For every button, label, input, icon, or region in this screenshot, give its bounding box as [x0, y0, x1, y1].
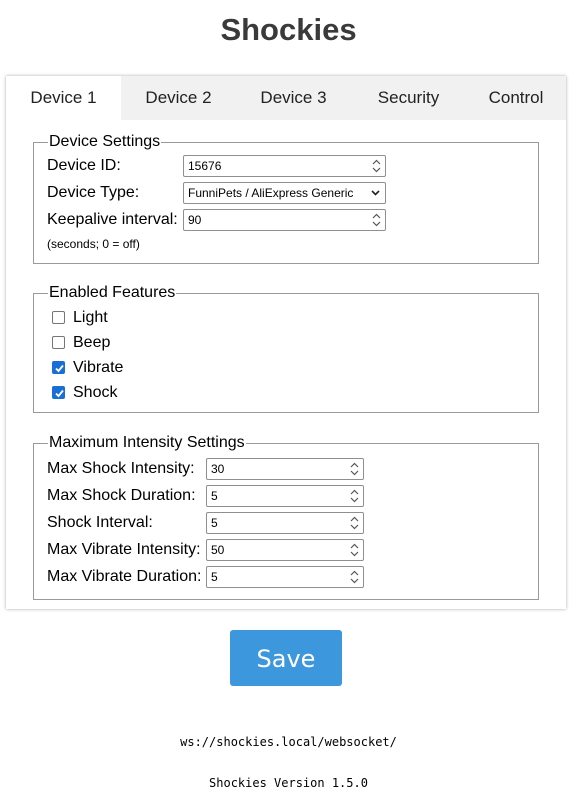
max-vibrate-duration-value: 5 [211, 570, 218, 584]
max-vibrate-duration-label: Max Vibrate Duration: [47, 568, 202, 585]
settings-panel: Device 1 Device 2 Device 3 Security Cont… [6, 76, 566, 609]
tab-control[interactable]: Control [466, 76, 566, 120]
shock-interval-label: Shock Interval: [47, 514, 153, 531]
spinner-icon[interactable] [372, 213, 381, 227]
page-title: Shockies [220, 12, 357, 47]
websocket-url: ws://shockies.local/websocket/ [180, 735, 397, 749]
shock-label: Shock [73, 384, 118, 401]
max-vibrate-duration-input[interactable]: 5 [206, 566, 364, 588]
keepalive-label: Keepalive interval: [47, 211, 178, 228]
tab-security[interactable]: Security [351, 76, 466, 120]
keepalive-value: 90 [188, 213, 202, 227]
max-shock-intensity-label: Max Shock Intensity: [47, 460, 195, 477]
chevron-down-icon [371, 190, 380, 196]
device-type-value: FunniPets / AliExpress Generic [188, 186, 354, 200]
max-shock-duration-input[interactable]: 5 [206, 485, 364, 507]
checkmark-icon [55, 364, 64, 373]
device-id-value: 15676 [188, 159, 222, 173]
version-text: Shockies Version 1.5.0 [209, 776, 368, 790]
spinner-icon[interactable] [372, 159, 381, 173]
shock-interval-value: 5 [211, 516, 218, 530]
tab-device-2[interactable]: Device 2 [121, 76, 236, 120]
device-type-label: Device Type: [47, 184, 140, 201]
checkmark-icon [55, 389, 64, 398]
save-button[interactable]: Save [230, 630, 342, 686]
device-id-input[interactable]: 15676 [183, 155, 386, 177]
beep-checkbox[interactable] [52, 336, 65, 349]
max-shock-intensity-input[interactable]: 30 [206, 458, 364, 480]
max-shock-duration-value: 5 [211, 489, 218, 503]
max-vibrate-intensity-label: Max Vibrate Intensity: [47, 541, 201, 558]
device-settings-legend: Device Settings [49, 133, 161, 150]
intensity-legend: Maximum Intensity Settings [49, 434, 245, 451]
max-vibrate-intensity-input[interactable]: 50 [206, 539, 364, 561]
shock-interval-input[interactable]: 5 [206, 512, 364, 534]
tab-device-3[interactable]: Device 3 [236, 76, 351, 120]
features-legend: Enabled Features [49, 284, 176, 301]
keepalive-note: (seconds; 0 = off) [47, 237, 140, 251]
spinner-icon[interactable] [350, 570, 359, 584]
tab-device-1[interactable]: Device 1 [6, 76, 121, 120]
vibrate-label: Vibrate [73, 359, 124, 376]
spinner-icon[interactable] [350, 489, 359, 503]
device-id-label: Device ID: [47, 157, 121, 174]
spinner-icon[interactable] [350, 516, 359, 530]
light-checkbox[interactable] [52, 311, 65, 324]
spinner-icon[interactable] [350, 462, 359, 476]
tab-bar: Device 1 Device 2 Device 3 Security Cont… [6, 76, 566, 120]
spinner-icon[interactable] [350, 543, 359, 557]
device-type-select[interactable]: FunniPets / AliExpress Generic [183, 182, 386, 204]
max-shock-duration-label: Max Shock Duration: [47, 487, 196, 504]
max-vibrate-intensity-value: 50 [211, 543, 225, 557]
keepalive-input[interactable]: 90 [183, 209, 386, 231]
beep-label: Beep [73, 334, 111, 351]
max-shock-intensity-value: 30 [211, 462, 225, 476]
light-label: Light [73, 309, 108, 326]
vibrate-checkbox[interactable] [52, 361, 65, 374]
shock-checkbox[interactable] [52, 386, 65, 399]
